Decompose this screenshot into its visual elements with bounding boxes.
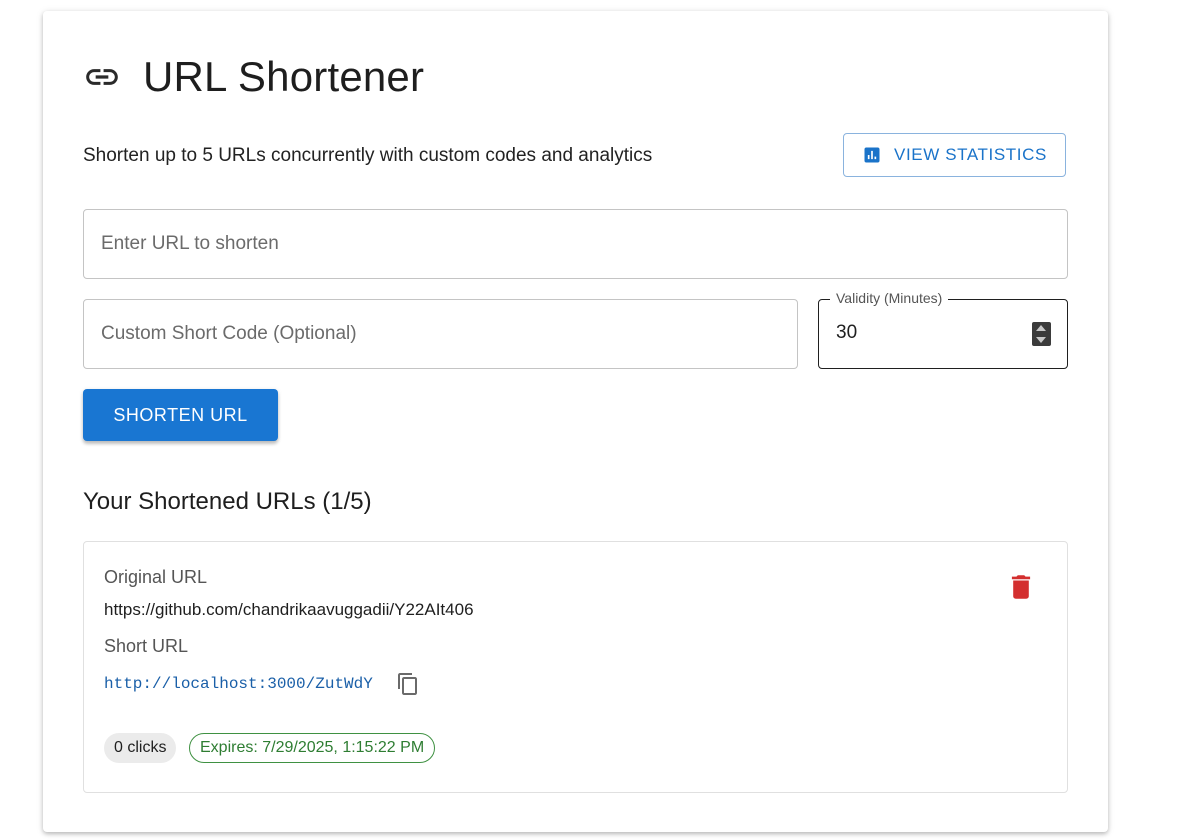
shorten-url-button[interactable]: SHORTEN URL bbox=[83, 389, 278, 441]
validity-label: Validity (Minutes) bbox=[830, 290, 949, 306]
short-url-link[interactable]: http://localhost:3000/ZutWdY bbox=[104, 675, 373, 693]
shortened-url-item: Original URL https://github.com/chandrik… bbox=[83, 541, 1068, 793]
short-url-label: Short URL bbox=[104, 636, 189, 656]
expiry-badge: Expires: 7/29/2025, 1:15:22 PM bbox=[189, 733, 436, 763]
url-shortener-card: URL Shortener Shorten up to 5 URLs concu… bbox=[43, 11, 1108, 832]
custom-code-input[interactable] bbox=[84, 300, 797, 368]
delete-icon[interactable] bbox=[1010, 574, 1032, 600]
custom-code-field bbox=[83, 299, 798, 369]
url-input[interactable] bbox=[84, 210, 1067, 278]
number-spinner[interactable] bbox=[1032, 322, 1051, 346]
bar-chart-icon bbox=[862, 145, 882, 165]
original-url-label: Original URL bbox=[104, 567, 208, 587]
page-subtitle: Shorten up to 5 URLs concurrently with c… bbox=[83, 145, 653, 166]
title-row: URL Shortener bbox=[83, 53, 424, 101]
view-statistics-label: VIEW STATISTICS bbox=[894, 145, 1047, 164]
view-statistics-button[interactable]: VIEW STATISTICS bbox=[843, 133, 1066, 177]
copy-icon[interactable] bbox=[396, 671, 420, 697]
url-field bbox=[83, 209, 1068, 279]
original-url-value: https://github.com/chandrikaavuggadii/Y2… bbox=[104, 600, 474, 619]
validity-field[interactable]: Validity (Minutes) 30 bbox=[818, 290, 1068, 369]
page-title: URL Shortener bbox=[143, 53, 425, 100]
validity-input[interactable]: 30 bbox=[836, 322, 857, 344]
link-icon bbox=[83, 58, 121, 96]
results-title: Your Shortened URLs (1/5) bbox=[83, 488, 372, 515]
clicks-badge: 0 clicks bbox=[104, 733, 177, 763]
